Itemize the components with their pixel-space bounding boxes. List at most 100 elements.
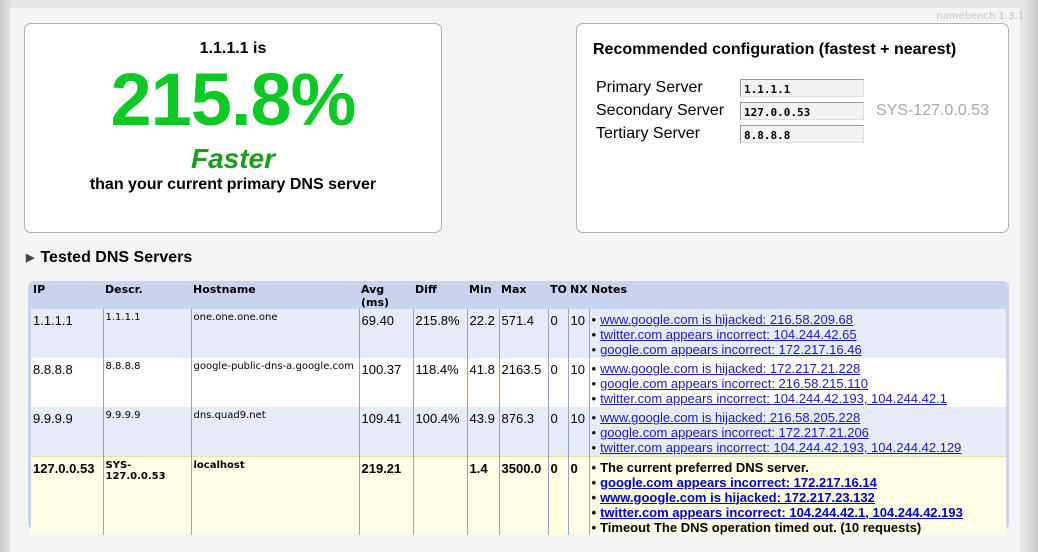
col-min: Min <box>467 283 499 309</box>
table-header: IP Descr. Hostname Avg (ms) Diff Min Max… <box>31 283 1006 309</box>
secondary-server-label: Secondary Server <box>596 102 725 119</box>
cell-notes: www.google.com is hijacked: 172.217.21.2… <box>588 358 1007 407</box>
cell-avg: 100.37 <box>358 358 413 407</box>
tertiary-server-field[interactable] <box>740 125 864 143</box>
cell-descr: 8.8.8.8 <box>102 358 191 407</box>
note-item: Timeout The DNS operation timed out. (10… <box>592 520 1007 535</box>
note-link[interactable]: www.google.com is hijacked: 216.58.205.2… <box>600 410 860 425</box>
cell-max: 571.4 <box>498 309 548 358</box>
note-link[interactable]: google.com appears incorrect: 172.217.21… <box>600 425 869 440</box>
note-link[interactable]: twitter.com appears incorrect: 104.244.4… <box>600 327 857 342</box>
cell-min: 22.2 <box>466 309 499 358</box>
primary-server-field[interactable] <box>740 79 864 97</box>
cell-to: 0 <box>547 358 568 407</box>
note-text: The current preferred DNS server. <box>600 459 809 475</box>
cell-avg: 109.41 <box>358 407 413 456</box>
tested-servers-heading[interactable]: ▶ Tested DNS Servers <box>26 249 192 267</box>
note-item: google.com appears incorrect: 172.217.21… <box>592 425 1007 440</box>
cell-nx: 0 <box>567 455 589 535</box>
note-link[interactable]: twitter.com appears incorrect: 104.244.4… <box>600 440 961 455</box>
secondary-server-field[interactable] <box>740 102 864 120</box>
cell-diff: 118.4% <box>412 358 467 407</box>
col-ip: IP <box>31 283 103 309</box>
note-link[interactable]: twitter.com appears incorrect: 104.244.4… <box>600 505 963 520</box>
comparison-text: than your current primary DNS server <box>89 176 377 193</box>
primary-server-label: Primary Server <box>596 79 703 96</box>
note-link[interactable]: www.google.com is hijacked: 216.58.209.6… <box>600 312 853 327</box>
note-item: google.com appears incorrect: 172.217.16… <box>592 475 1007 490</box>
tested-servers-table-panel: IP Descr. Hostname Avg (ms) Diff Min Max… <box>28 281 1009 535</box>
cell-hostname: one.one.one.one <box>190 309 359 358</box>
cell-to: 0 <box>547 407 568 456</box>
note-item: twitter.com appears incorrect: 104.244.4… <box>592 327 1007 342</box>
table-row: 8.8.8.8 8.8.8.8 google-public-dns-a.goog… <box>31 358 1006 407</box>
cell-nx: 10 <box>567 407 589 456</box>
recommended-title: Recommended configuration (fastest + nea… <box>593 41 957 58</box>
cell-avg: 69.40 <box>358 309 413 358</box>
cell-descr: SYS-127.0.0.53 <box>102 455 191 535</box>
cell-to: 0 <box>547 309 568 358</box>
note-link[interactable]: google.com appears incorrect: 172.217.16… <box>600 342 862 357</box>
cell-ip: 8.8.8.8 <box>31 358 103 407</box>
note-item: google.com appears incorrect: 216.58.215… <box>592 376 1007 391</box>
cell-descr: 1.1.1.1 <box>102 309 191 358</box>
note-link[interactable]: www.google.com is hijacked: 172.217.23.1… <box>600 490 875 505</box>
cell-nx: 10 <box>567 358 589 407</box>
cell-notes: www.google.com is hijacked: 216.58.209.6… <box>588 309 1007 358</box>
tertiary-server-label: Tertiary Server <box>596 125 701 142</box>
note-link[interactable]: twitter.com appears incorrect: 104.244.4… <box>600 391 947 406</box>
cell-ip: 1.1.1.1 <box>31 309 103 358</box>
cell-ip: 127.0.0.53 <box>31 455 103 535</box>
cell-ip: 9.9.9.9 <box>31 407 103 456</box>
note-item: www.google.com is hijacked: 216.58.205.2… <box>592 410 1007 425</box>
note-link[interactable]: google.com appears incorrect: 216.58.215… <box>600 376 868 391</box>
cell-diff: 100.4% <box>412 407 467 456</box>
cell-min: 43.9 <box>466 407 499 456</box>
note-item: www.google.com is hijacked: 216.58.209.6… <box>592 312 1007 327</box>
cell-hostname: google-public-dns-a.google.com <box>190 358 359 407</box>
tested-servers-table: IP Descr. Hostname Avg (ms) Diff Min Max… <box>31 283 1006 535</box>
cell-min: 41.8 <box>466 358 499 407</box>
cell-notes: The current preferred DNS server. google… <box>588 455 1007 535</box>
cell-max: 876.3 <box>498 407 548 456</box>
col-hostname: Hostname <box>191 283 359 309</box>
note-item: The current preferred DNS server. <box>592 460 1007 475</box>
table-row: 1.1.1.1 1.1.1.1 one.one.one.one 69.40 21… <box>31 309 1006 358</box>
expand-triangle-icon[interactable]: ▶ <box>26 252 34 264</box>
col-diff: Diff <box>413 283 467 309</box>
fastest-server-label: 1.1.1.1 is <box>199 40 267 57</box>
headline-panel: 1.1.1.1 is 215.8% Faster than your curre… <box>24 23 442 233</box>
note-item: google.com appears incorrect: 172.217.16… <box>592 342 1007 357</box>
cell-nx: 10 <box>567 309 589 358</box>
faster-label: Faster <box>190 143 276 174</box>
col-nx: NX <box>568 283 589 309</box>
cell-max: 3500.0 <box>498 455 548 535</box>
note-item: twitter.com appears incorrect: 104.244.4… <box>592 391 1007 406</box>
note-link[interactable]: www.google.com is hijacked: 172.217.21.2… <box>600 361 860 376</box>
col-descr: Descr. <box>103 283 191 309</box>
col-avg: Avg (ms) <box>359 283 413 309</box>
cell-min: 1.4 <box>466 455 499 535</box>
note-item: twitter.com appears incorrect: 104.244.4… <box>592 440 1007 455</box>
cell-hostname: localhost <box>190 455 359 535</box>
note-text: Timeout The DNS operation timed out. (10… <box>600 519 922 535</box>
cell-hostname: dns.quad9.net <box>190 407 359 456</box>
note-item: www.google.com is hijacked: 172.217.21.2… <box>592 361 1007 376</box>
note-item: www.google.com is hijacked: 172.217.23.1… <box>592 490 1007 505</box>
recommended-config-panel: Recommended configuration (fastest + nea… <box>576 23 1009 233</box>
col-to: TO <box>548 283 568 309</box>
col-notes: Notes <box>589 283 1006 309</box>
note-link[interactable]: google.com appears incorrect: 172.217.16… <box>600 475 877 490</box>
app-version: namebench 1.3.1 <box>936 11 1024 22</box>
cell-notes: www.google.com is hijacked: 216.58.205.2… <box>588 407 1007 456</box>
current-server-row: 127.0.0.53 SYS-127.0.0.53 localhost 219.… <box>31 455 1007 535</box>
cell-diff: 215.8% <box>412 309 467 358</box>
speedup-percent: 215.8% <box>110 58 357 141</box>
cell-descr: 9.9.9.9 <box>102 407 191 456</box>
col-max: Max <box>499 283 548 309</box>
table-row: 9.9.9.9 9.9.9.9 dns.quad9.net 109.41 100… <box>31 407 1006 456</box>
cell-to: 0 <box>547 455 568 535</box>
cell-max: 2163.5 <box>498 358 548 407</box>
cell-avg: 219.21 <box>358 455 413 535</box>
tested-servers-title: Tested DNS Servers <box>40 249 193 266</box>
